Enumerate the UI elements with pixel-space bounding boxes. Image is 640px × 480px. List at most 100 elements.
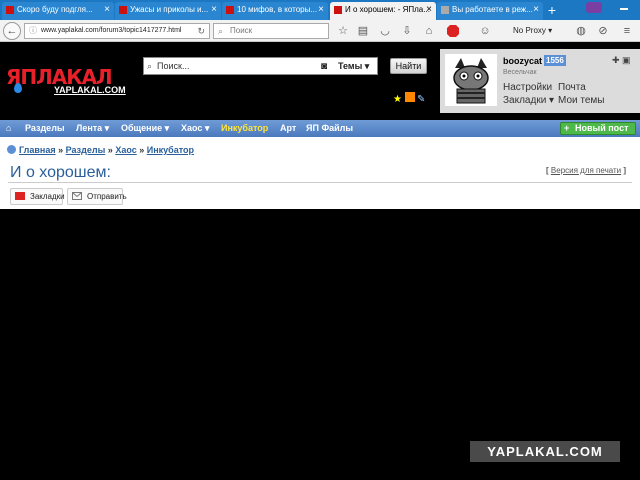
adblock-icon[interactable]	[446, 24, 460, 38]
site-header: ЯПЛАКАЛ YAPLAKAL.COM ⌕ Поиск... ◙ Темы ▾…	[0, 43, 640, 120]
user-rank: Весельчак	[503, 69, 537, 76]
header-icons: ★ ✎	[393, 92, 433, 105]
bookmarks-button[interactable]: Закладки	[10, 188, 65, 205]
close-tab-icon[interactable]: ×	[211, 2, 217, 18]
browser-tab-4-active[interactable]: И о хорошем: - ЯПла... ×	[330, 2, 436, 20]
info-icon: ⓘ	[29, 26, 37, 35]
browser-tab-2[interactable]: Ужасы и приколы и... ×	[115, 2, 221, 20]
browser-tab-1[interactable]: Скоро буду подгля... ×	[2, 2, 114, 20]
nav-item-chaos[interactable]: Хаос ▾	[181, 120, 209, 137]
breadcrumb-separator: »	[139, 145, 145, 155]
clipboard-icon[interactable]: ▤	[356, 24, 370, 38]
topic-content: Главная » Разделы » Хаос » Инкубатор И о…	[0, 137, 640, 209]
tab-label: Скоро буду подгля...	[17, 5, 93, 14]
my-themes-link[interactable]: Мои темы	[558, 95, 604, 106]
close-tab-icon[interactable]: ×	[318, 2, 324, 18]
nav-item-art[interactable]: Арт	[280, 120, 296, 137]
breadcrumb-sections[interactable]: Разделы	[66, 145, 106, 155]
username[interactable]: boozycat	[503, 56, 542, 66]
tab-label: Ужасы и приколы и...	[130, 5, 209, 14]
breadcrumb: Главная » Разделы » Хаос » Инкубатор	[7, 145, 194, 155]
browser-search-input[interactable]: ⌕ Поиск	[213, 23, 329, 39]
tab-label: И о хорошем: - ЯПла...	[345, 5, 430, 14]
panel-icons[interactable]: ✚ ▣	[612, 55, 631, 66]
minimize-icon[interactable]	[612, 1, 636, 13]
globe-icon[interactable]: ◍	[574, 24, 588, 38]
breadcrumb-icon	[7, 145, 16, 154]
yaplakal-favicon	[226, 6, 234, 14]
close-tab-icon[interactable]: ×	[104, 2, 110, 18]
divider	[8, 182, 632, 183]
url-text: www.yaplakal.com/forum3/topic1417277.htm…	[41, 27, 182, 34]
bookmarks-label: Закладки	[30, 192, 65, 201]
nav-item-sections[interactable]: Разделы	[25, 120, 65, 137]
find-button[interactable]: Найти	[390, 58, 427, 74]
yaplakal-favicon	[6, 6, 14, 14]
mail-link[interactable]: Почта	[558, 82, 586, 93]
breadcrumb-home[interactable]: Главная	[19, 145, 56, 155]
nav-item-feed[interactable]: Лента ▾	[76, 120, 109, 137]
envelope-icon	[72, 192, 82, 200]
nav-item-files[interactable]: ЯП Файлы	[306, 120, 353, 137]
bookmarks-dropdown[interactable]: Закладки ▾	[503, 95, 554, 106]
close-tab-icon[interactable]: ×	[533, 2, 539, 18]
browser-tab-strip: Скоро буду подгля... × Ужасы и приколы и.…	[0, 0, 640, 20]
chevron-down-icon: ▾	[548, 26, 553, 35]
new-post-label: Новый пост	[575, 123, 629, 133]
shield-icon[interactable]: ⊘	[596, 24, 610, 38]
url-bar[interactable]: ⓘ www.yaplakal.com/forum3/topic1417277.h…	[24, 23, 210, 39]
bracket-close: ]	[623, 166, 627, 175]
nav-item-incubator[interactable]: Инкубатор	[221, 120, 268, 137]
user-rating-badge: 1556	[544, 55, 566, 66]
user-panel: boozycat 1556 Весельчак Настройки Почта …	[440, 49, 640, 113]
watermark: YAPLAKAL.COM	[470, 441, 620, 462]
new-tab-button[interactable]: +	[545, 2, 559, 18]
star-icon[interactable]: ★	[393, 95, 403, 105]
home-icon[interactable]: ⌂	[422, 24, 436, 38]
camera-icon[interactable]: ◙	[321, 59, 327, 75]
print-version-label: Версия для печати	[550, 166, 622, 175]
back-button[interactable]: ←	[3, 22, 21, 40]
site-search-input[interactable]: ⌕ Поиск... ◙ Темы ▾	[143, 57, 378, 75]
page-title: И о хорошем:	[10, 164, 111, 181]
new-post-button[interactable]: + Новый пост	[560, 122, 636, 135]
pencil-icon[interactable]: ✎	[417, 95, 427, 105]
rss-icon[interactable]	[405, 92, 415, 102]
yaplakal-favicon	[334, 6, 342, 14]
reload-icon[interactable]: ↻	[197, 24, 205, 38]
print-version-link[interactable]: [ Версия для печати ]	[546, 166, 626, 175]
pocket-icon[interactable]: ◡	[378, 24, 392, 38]
download-icon[interactable]: ⇩	[400, 24, 414, 38]
browser-toolbar: ← ⓘ www.yaplakal.com/forum3/topic1417277…	[0, 20, 640, 42]
settings-link[interactable]: Настройки	[503, 82, 552, 93]
smiley-icon[interactable]: ☺	[478, 24, 492, 38]
tear-drop-icon	[14, 83, 22, 93]
user-avatar[interactable]	[445, 54, 497, 106]
breadcrumb-chaos[interactable]: Хаос	[115, 145, 136, 155]
send-button[interactable]: Отправить	[67, 188, 127, 205]
close-tab-icon[interactable]: ×	[426, 2, 432, 18]
browser-tab-5[interactable]: Вы работаете в реж... ×	[437, 2, 543, 20]
yaplakal-favicon	[119, 6, 127, 14]
hamburger-menu-icon[interactable]: ≡	[620, 24, 634, 38]
browser-tab-3[interactable]: 10 мифов, в которы... ×	[222, 2, 328, 20]
home-icon[interactable]: ⌂	[6, 120, 11, 137]
plus-icon: +	[564, 123, 570, 133]
page-favicon	[441, 6, 449, 14]
private-mask-icon	[586, 2, 602, 13]
nav-item-communication[interactable]: Общение ▾	[121, 120, 169, 137]
themes-dropdown[interactable]: Темы ▾	[338, 58, 369, 74]
send-label: Отправить	[87, 192, 127, 201]
proxy-label: No Proxy	[513, 26, 546, 35]
tab-label: 10 мифов, в которы...	[237, 5, 318, 14]
search-placeholder: Поиск	[230, 26, 253, 35]
yaplakal-icon	[15, 192, 25, 200]
main-nav: ⌂ Разделы Лента ▾ Общение ▾ Хаос ▾ Инкуб…	[0, 120, 640, 137]
site-logo-subtitle[interactable]: YAPLAKAL.COM	[54, 85, 126, 95]
breadcrumb-incubator[interactable]: Инкубатор	[147, 145, 194, 155]
tab-label: Вы работаете в реж...	[452, 5, 533, 14]
proxy-selector[interactable]: No Proxy ▾	[513, 23, 552, 39]
star-bookmark-icon[interactable]: ☆	[336, 24, 350, 38]
search-icon: ⌕	[147, 61, 153, 71]
breadcrumb-separator: »	[58, 145, 64, 155]
